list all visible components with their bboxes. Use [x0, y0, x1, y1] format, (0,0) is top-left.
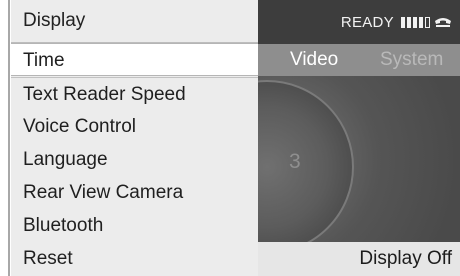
menu-item-rear-view-camera[interactable]: Rear View Camera — [11, 176, 258, 209]
signal-bar — [419, 17, 423, 28]
menu-item-bluetooth[interactable]: Bluetooth — [11, 209, 258, 242]
menu-item-label: Language — [23, 149, 108, 170]
phone-handset-icon — [435, 18, 451, 27]
signal-bar — [401, 17, 405, 28]
status-bar: READY — [258, 0, 460, 44]
dial-number: 3 — [289, 150, 301, 173]
screen: 3 READY Video System Display Off Display… — [0, 0, 460, 276]
menu-item-label: Text Reader Speed — [23, 84, 186, 105]
menu-item-text-reader-speed[interactable]: Text Reader Speed — [11, 77, 258, 110]
menu-item-time[interactable]: Time — [11, 43, 258, 76]
signal-bar — [413, 17, 417, 28]
menu-item-label: Rear View Camera — [23, 182, 184, 203]
menu-item-label: Voice Control — [23, 116, 137, 137]
menu-header: Display — [11, 0, 258, 43]
menu-title: Display — [23, 10, 86, 31]
menu-item-language[interactable]: Language — [11, 143, 258, 176]
display-menu: Display Time Text Reader Speed Voice Con… — [11, 0, 258, 276]
signal-bar — [407, 17, 411, 28]
signal-strength-icon — [401, 17, 430, 28]
display-off-label: Display Off — [359, 248, 452, 269]
menu-item-label: Reset — [23, 248, 73, 269]
left-border — [0, 0, 11, 276]
menu-item-label: Bluetooth — [23, 215, 104, 236]
tab-system[interactable]: System — [380, 49, 443, 71]
tab-video[interactable]: Video — [290, 49, 338, 71]
signal-bar-empty — [425, 17, 430, 28]
tab-bar: Video System — [258, 44, 460, 76]
menu-item-label: Time — [23, 50, 65, 71]
menu-item-reset[interactable]: Reset — [11, 242, 258, 275]
menu-item-voice-control[interactable]: Voice Control — [11, 110, 258, 143]
display-off-button[interactable]: Display Off — [258, 242, 460, 276]
ready-status: READY — [340, 14, 394, 31]
